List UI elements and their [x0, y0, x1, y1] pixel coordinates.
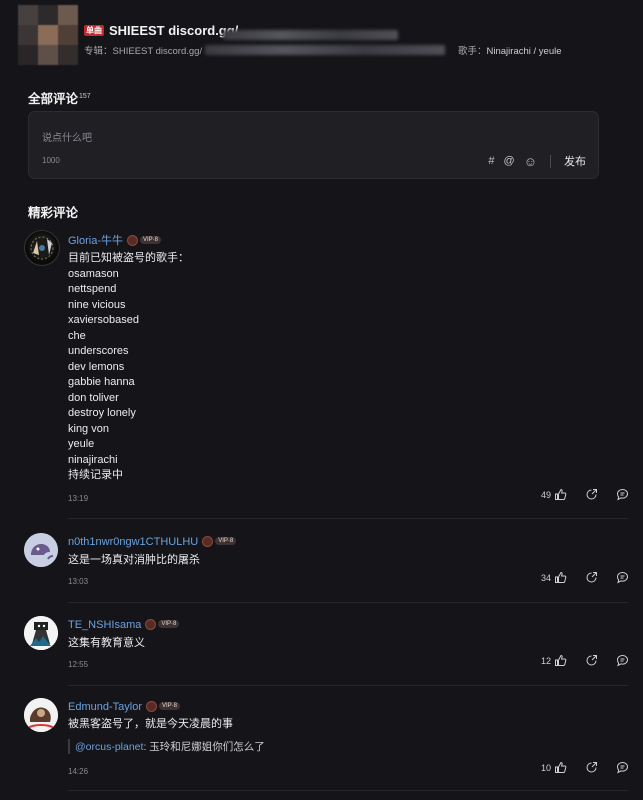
comment-input-placeholder[interactable]: 说点什么吧 — [42, 129, 92, 144]
like-icon[interactable] — [554, 761, 567, 774]
album-link[interactable]: SHIEEST discord.gg/ — [113, 46, 203, 57]
level-badge-icon — [145, 700, 157, 712]
comment-actions: 49 — [541, 488, 629, 501]
reply-icon[interactable] — [616, 654, 629, 667]
comment-actions: 10 — [541, 761, 629, 774]
album-cover[interactable] — [18, 5, 78, 65]
comment-count: 157 — [79, 92, 91, 100]
share-icon[interactable] — [585, 571, 598, 584]
all-comments-title: 全部评论157 — [28, 88, 91, 107]
comment-text: 被黑客盗号了，就是今天凌晨的事 — [68, 718, 233, 730]
song-title[interactable]: 单曲 SHIEEST discord.gg/ — [84, 23, 238, 38]
comment-time: 13:19 — [68, 494, 89, 503]
album-label: 专辑： — [84, 46, 113, 57]
comment-divider — [68, 518, 628, 519]
single-tag: 单曲 — [84, 25, 104, 36]
like-count: 10 — [540, 762, 551, 773]
level-badge-icon — [145, 618, 157, 630]
hash-icon[interactable]: # — [488, 155, 494, 167]
username[interactable]: Gloria-牛牛 VIP·8 — [68, 232, 162, 248]
reply-mention[interactable]: @orcus-planet — [75, 741, 143, 753]
reply-icon[interactable] — [616, 571, 629, 584]
level-badge-icon — [202, 535, 214, 547]
user-badges: VIP·8 — [127, 234, 162, 246]
song-title-text: SHIEEST discord.gg/ — [109, 23, 239, 38]
username-text: Gloria-牛牛 — [68, 235, 124, 247]
comment-time: 12:55 — [68, 660, 89, 669]
reply-icon[interactable] — [616, 488, 629, 501]
username[interactable]: Edmund-Taylor VIP·8 — [68, 700, 180, 713]
quoted-reply[interactable]: @orcus-planet: 玉玲和尼娜姐你们怎么了 — [68, 739, 265, 754]
comment-text: 目前已知被盗号的歌手： osamason nettspend nine vici… — [68, 252, 189, 481]
tools-divider — [550, 154, 551, 168]
reply-text: : 玉玲和尼娜姐你们怎么了 — [143, 741, 265, 753]
comment-actions: 34 — [541, 571, 629, 584]
singer-link[interactable]: Ninajirachi / yeule — [487, 46, 562, 57]
level-badge-icon — [127, 234, 139, 246]
comment-divider — [68, 602, 628, 603]
send-button[interactable]: 发布 — [564, 153, 586, 169]
like-count: 49 — [540, 489, 551, 500]
vip-badge: VIP·8 — [140, 236, 162, 245]
comment-item: Gloria-牛牛 VIP·8 目前已知被盗号的歌手： osamason nett… — [24, 230, 629, 510]
comment-time: 13:03 — [68, 577, 89, 586]
comment-text: 这集有教育意义 — [68, 637, 145, 649]
redacted-album — [205, 45, 445, 55]
like-icon[interactable] — [554, 488, 567, 501]
vip-badge: VIP·8 — [158, 702, 180, 711]
comment-item: TE_NSHIsama VIP·8 这集有教育意义 12:55 12 — [24, 616, 629, 676]
username[interactable]: n0th1nwr0ngw1CTHULHU VIP·8 — [68, 535, 237, 548]
char-limit: 1000 — [42, 156, 60, 165]
editor-tools: # @ ☺ 发布 — [488, 153, 586, 169]
comment-item: n0th1nwr0ngw1CTHULHU VIP·8 这是一场真对消肿比的屠杀 1… — [24, 533, 629, 593]
vip-badge: VIP·8 — [215, 537, 237, 546]
user-badges: VIP·8 — [145, 700, 180, 712]
album-info: 专辑：SHIEEST discord.gg/ — [84, 43, 202, 57]
user-badges: VIP·8 — [202, 535, 237, 547]
user-badges: VIP·8 — [145, 618, 180, 630]
redacted-title — [223, 30, 398, 40]
comment-text: 这是一场真对消肿比的屠杀 — [68, 554, 200, 566]
share-icon[interactable] — [585, 488, 598, 501]
avatar[interactable] — [24, 533, 58, 567]
singer-info: 歌手：Ninajirachi / yeule — [458, 43, 562, 57]
featured-comments-title: 精彩评论 — [28, 206, 79, 220]
comment-actions: 12 — [541, 654, 629, 667]
comment-editor[interactable]: 说点什么吧 1000 # @ ☺ 发布 — [28, 111, 599, 179]
avatar[interactable] — [24, 230, 60, 266]
like-count: 12 — [540, 655, 551, 666]
share-icon[interactable] — [585, 654, 598, 667]
like-count: 34 — [540, 572, 551, 583]
all-comments-label: 全部评论 — [28, 92, 79, 106]
comment-divider — [68, 685, 628, 686]
singer-label: 歌手： — [458, 46, 487, 57]
username-text: Edmund-Taylor — [68, 701, 142, 713]
song-header: 单曲 SHIEEST discord.gg/ 专辑：SHIEEST discord… — [18, 5, 628, 67]
avatar[interactable] — [24, 616, 58, 650]
share-icon[interactable] — [585, 761, 598, 774]
reply-icon[interactable] — [616, 761, 629, 774]
username-text: TE_NSHIsama — [68, 619, 142, 631]
comment-divider — [68, 790, 628, 791]
like-icon[interactable] — [554, 654, 567, 667]
username-text: n0th1nwr0ngw1CTHULHU — [68, 536, 199, 548]
at-icon[interactable]: @ — [504, 155, 515, 167]
comment-item: Edmund-Taylor VIP·8 被黑客盗号了，就是今天凌晨的事 @orcu… — [24, 698, 629, 778]
vip-badge: VIP·8 — [158, 620, 180, 629]
emoji-icon[interactable]: ☺ — [524, 154, 537, 169]
username[interactable]: TE_NSHIsama VIP·8 — [68, 618, 180, 631]
comment-time: 14:26 — [68, 767, 89, 776]
avatar[interactable] — [24, 698, 58, 732]
like-icon[interactable] — [554, 571, 567, 584]
